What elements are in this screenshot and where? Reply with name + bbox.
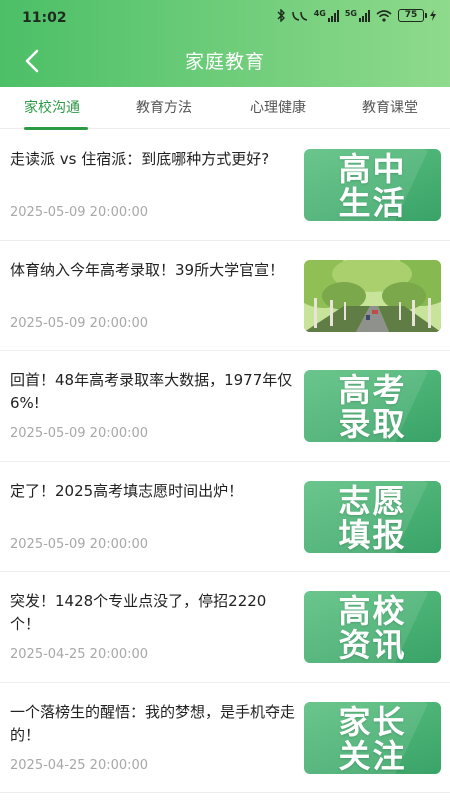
tab-home-school[interactable]: 家校沟通 — [24, 97, 80, 117]
article-title: 走读派 vs 住宿派：到底哪种方式更好? — [10, 150, 270, 168]
thumbnail-line2: 填报 — [338, 515, 407, 553]
article-thumbnail — [304, 259, 441, 332]
tab-mental-health[interactable]: 心理健康 — [250, 97, 306, 117]
article-thumbnail: 高考 录取 — [304, 370, 441, 442]
article-thumbnail: 高校 资讯 — [304, 591, 441, 663]
thumbnail-line2: 关注 — [338, 736, 407, 774]
thumbnail-line1: 高考 — [338, 371, 407, 409]
article-date: 2025-05-09 20:00:00 — [10, 426, 149, 441]
article-date: 2025-05-09 20:00:00 — [10, 205, 149, 220]
battery-icon: 75 — [398, 9, 427, 22]
article-thumbnail: 家长 关注 — [304, 701, 441, 774]
thumbnail-line1: 志愿 — [338, 481, 407, 520]
list-item[interactable]: 走读派 vs 住宿派：到底哪种方式更好? 2025-05-09 20:00:00… — [0, 130, 450, 241]
article-list: 走读派 vs 住宿派：到底哪种方式更好? 2025-05-09 20:00:00… — [0, 130, 450, 793]
thumbnail-line2: 资讯 — [338, 626, 407, 663]
signal-5g-icon: 5G — [344, 8, 370, 22]
header-bar: 11:02 4G 5G 75 家庭教育 — [0, 0, 450, 87]
thumbnail-line1: 高中 — [338, 150, 407, 188]
wifi-icon — [376, 9, 392, 22]
net-tag-4g: 4G — [313, 8, 326, 18]
charging-icon — [430, 10, 436, 21]
thumbnail-line2: 生活 — [338, 184, 407, 221]
article-title: 体育纳入今年高考录取！39所大学官宣！ — [10, 260, 285, 279]
signal-4g-icon: 4G — [313, 8, 339, 22]
tab-methods[interactable]: 教育方法 — [136, 97, 192, 117]
thumbnail-line1: 家长 — [338, 702, 407, 741]
thumbnail-line1: 高校 — [338, 592, 407, 630]
bluetooth-icon — [277, 9, 285, 22]
list-item[interactable]: 回首！48年高考录取率大数据，1977年仅6%! 2025-05-09 20:0… — [0, 351, 450, 462]
article-date: 2025-05-09 20:00:00 — [10, 315, 149, 331]
hd-call-icon — [291, 11, 307, 21]
article-date: 2025-04-25 20:00:00 — [10, 647, 149, 662]
status-bar: 11:02 4G 5G 75 — [0, 0, 450, 36]
status-icons: 4G 5G 75 — [276, 9, 436, 22]
category-tabs: 家校沟通 教育方法 心理健康 教育课堂 — [0, 87, 450, 130]
thumbnail-line2: 录取 — [338, 405, 407, 442]
net-tag-5g: 5G — [344, 8, 357, 18]
article-title: 定了！2025高考填志愿时间出炉！ — [10, 481, 244, 500]
article-title: 一个落榜生的醒悟：我的梦想，是手机夺走的！ — [10, 702, 296, 744]
article-thumbnail: 志愿 填报 — [304, 480, 441, 553]
article-title: 突发！1428个专业点没了，停招2220个！ — [10, 592, 267, 633]
tab-classroom[interactable]: 教育课堂 — [362, 97, 418, 117]
article-date: 2025-04-25 20:00:00 — [10, 757, 149, 773]
page-title: 家庭教育 — [184, 51, 265, 73]
article-date: 2025-05-09 20:00:00 — [10, 536, 149, 552]
article-thumbnail: 高中 生活 — [304, 149, 441, 221]
list-item[interactable]: 定了！2025高考填志愿时间出炉！ 2025-05-09 20:00:00 志愿… — [0, 462, 450, 572]
list-item[interactable]: 体育纳入今年高考录取！39所大学官宣！ 2025-05-09 20:00:00 — [0, 241, 450, 351]
article-title: 回首！48年高考录取率大数据，1977年仅6%! — [10, 371, 293, 412]
list-item[interactable]: 一个落榜生的醒悟：我的梦想，是手机夺走的！ 2025-04-25 20:00:0… — [0, 683, 450, 793]
list-item[interactable]: 突发！1428个专业点没了，停招2220个！ 2025-04-25 20:00:… — [0, 572, 450, 683]
status-time: 11:02 — [22, 10, 67, 26]
tree-road-photo — [304, 259, 441, 332]
